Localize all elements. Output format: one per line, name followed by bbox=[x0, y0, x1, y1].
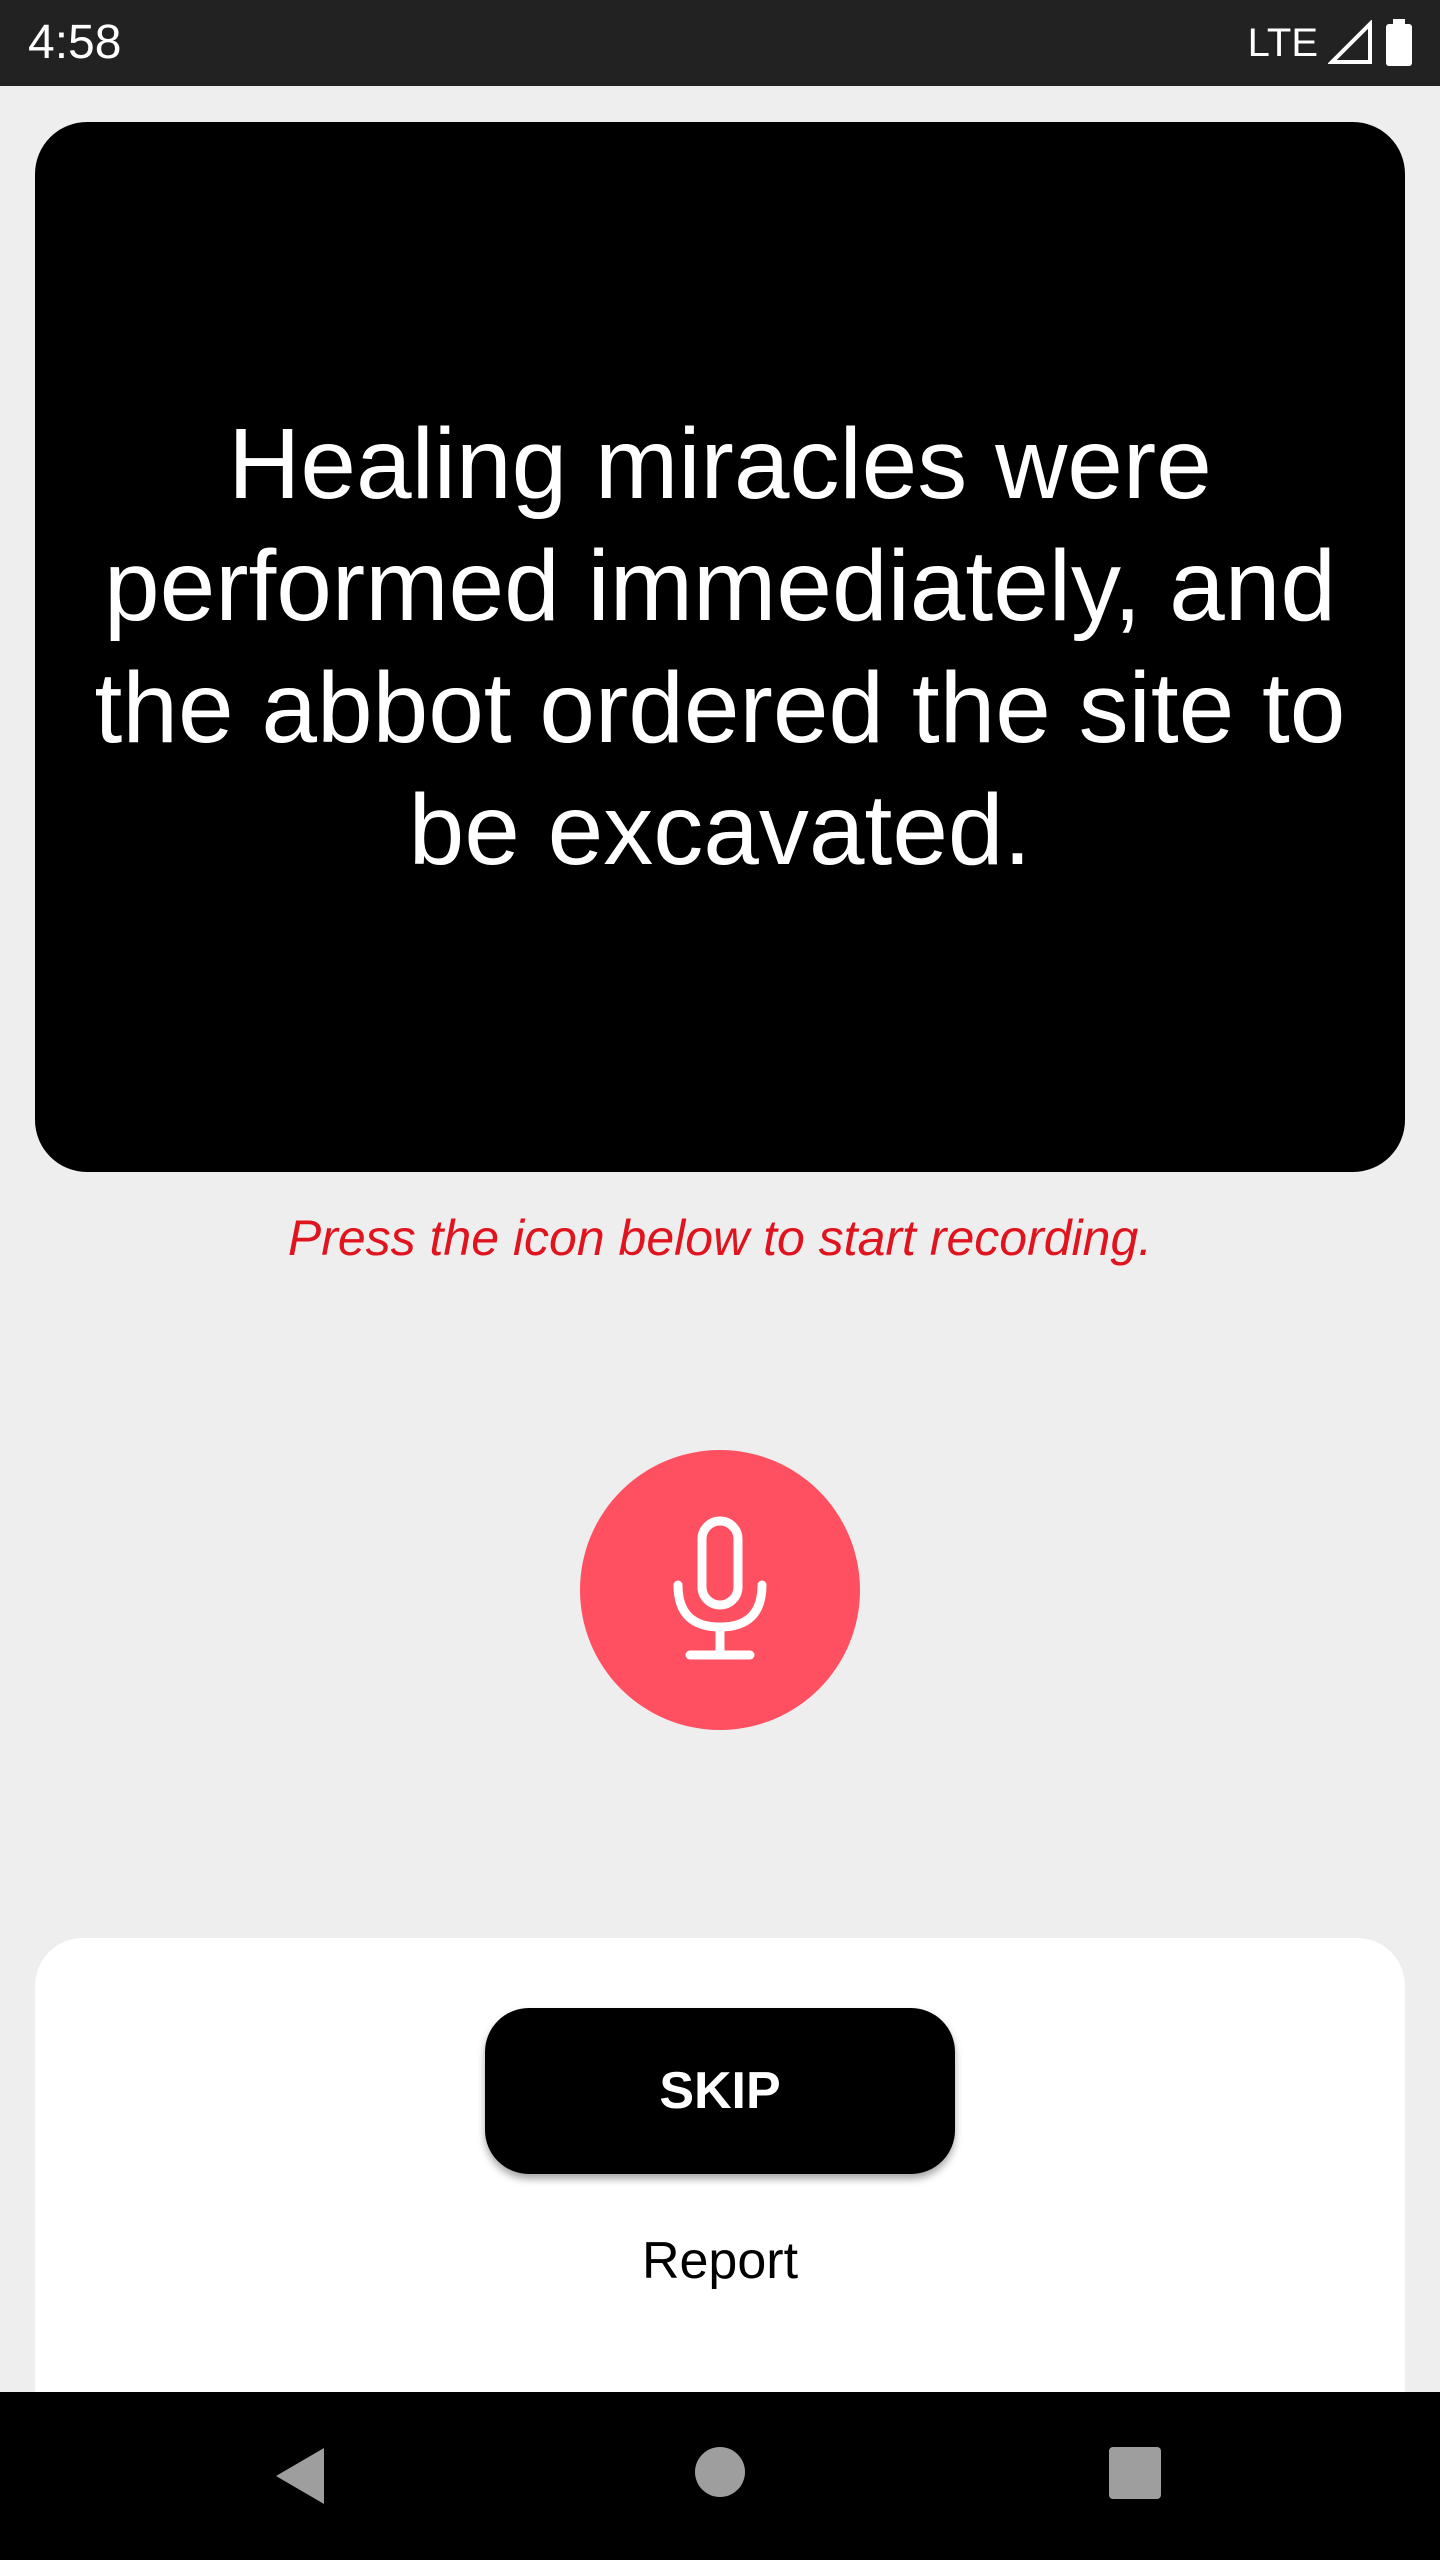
status-icons: LTE bbox=[1248, 14, 1414, 72]
status-bar: 4:58 LTE bbox=[0, 0, 1440, 86]
action-panel: SKIP Report bbox=[35, 1938, 1405, 2398]
prompt-card: Healing miracles were performed immediat… bbox=[35, 122, 1405, 1172]
recording-hint: Press the icon below to start recording. bbox=[287, 1210, 1153, 1266]
record-button[interactable] bbox=[580, 1450, 860, 1730]
network-type-label: LTE bbox=[1247, 21, 1318, 65]
navigation-bar bbox=[0, 2392, 1440, 2560]
prompt-sentence: Healing miracles were performed immediat… bbox=[94, 408, 1346, 886]
signal-icon bbox=[1328, 20, 1372, 64]
back-icon[interactable] bbox=[272, 2446, 328, 2506]
skip-button[interactable]: SKIP bbox=[485, 2008, 955, 2174]
microphone-icon bbox=[673, 1516, 767, 1660]
recents-icon[interactable] bbox=[1108, 2446, 1162, 2500]
status-time: 4:58 bbox=[28, 16, 122, 69]
home-icon[interactable] bbox=[694, 2446, 746, 2498]
report-link[interactable]: Report bbox=[35, 2228, 1405, 2294]
battery-icon bbox=[1386, 19, 1412, 66]
